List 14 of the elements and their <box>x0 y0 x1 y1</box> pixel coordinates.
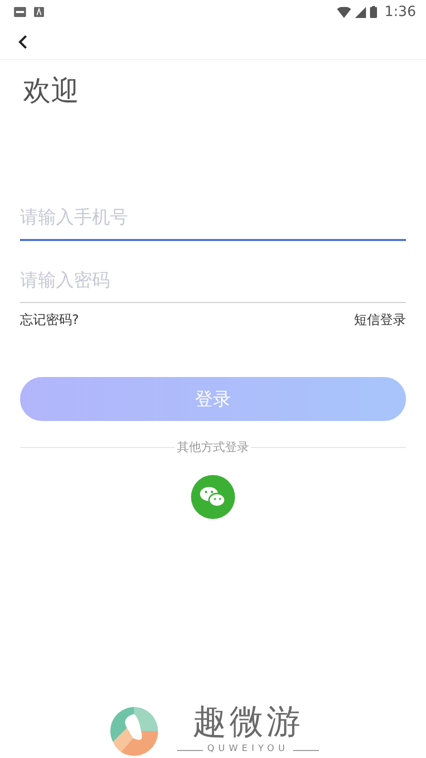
back-icon[interactable] <box>18 34 28 50</box>
forgot-password-link[interactable]: 忘记密码? <box>20 310 79 330</box>
brand-tagline: QUWEIYOU <box>207 743 289 756</box>
wechat-icon[interactable] <box>191 475 235 520</box>
wifi-icon <box>336 6 351 18</box>
notification-icon <box>14 7 26 17</box>
welcome-title: 欢迎 <box>23 74 80 108</box>
divider-label: 其他方式登录 <box>175 440 251 454</box>
battery-icon <box>370 6 377 18</box>
status-time: 1:36 <box>384 2 416 22</box>
brand-name: 趣微游 <box>192 705 304 740</box>
sms-login-link[interactable]: 短信登录 <box>354 310 406 330</box>
keyboard-icon <box>34 7 44 17</box>
signal-icon <box>354 6 366 18</box>
